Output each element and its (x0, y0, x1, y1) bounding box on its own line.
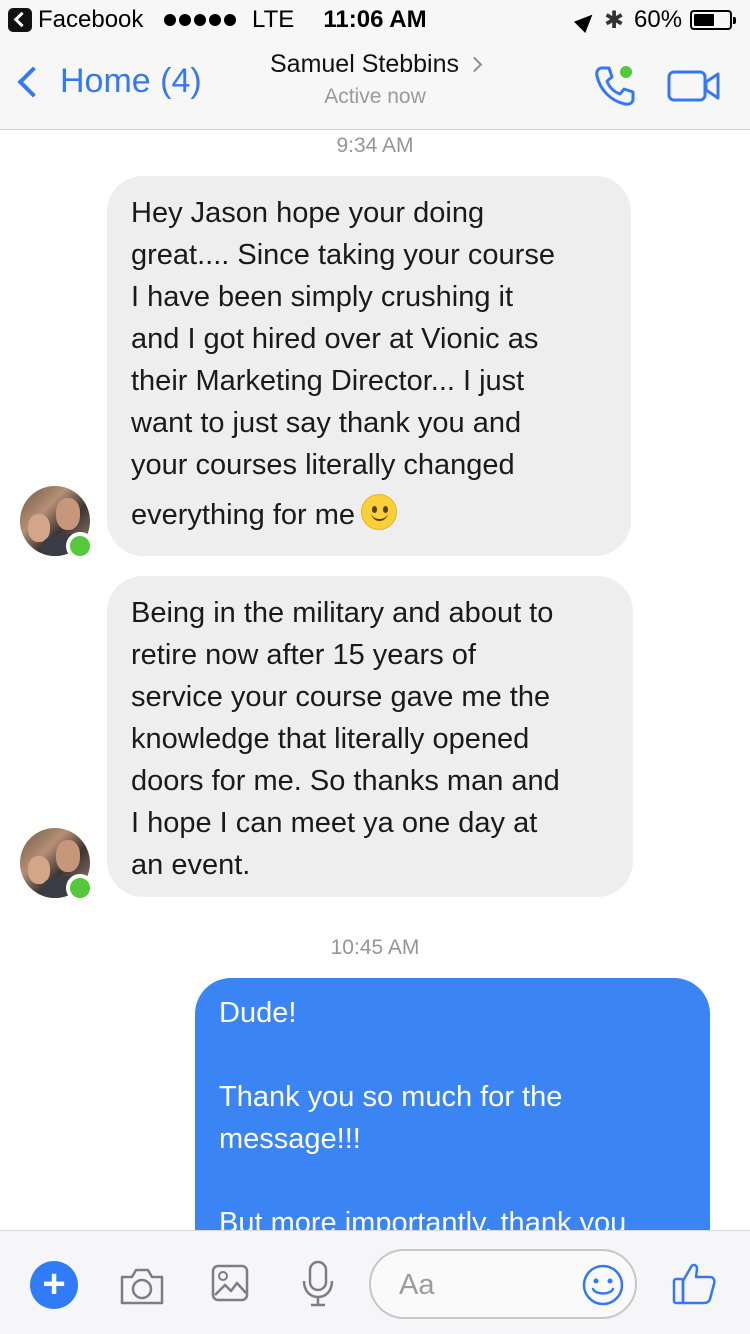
incoming-message[interactable]: Hey Jason hope your doing great.... Sinc… (107, 176, 631, 556)
message-line: Being in the military and about to (131, 597, 554, 629)
message-line: Dude! (219, 997, 297, 1029)
active-status-dot-icon (66, 874, 94, 902)
message-line: retire now after 15 years of (131, 639, 476, 671)
message-line: their Marketing Director... I just (131, 365, 525, 397)
message-line: But more importantly, thank you (219, 1207, 627, 1230)
message-line: knowledge that literally opened (131, 723, 530, 755)
message-line: your courses literally changed (131, 449, 515, 481)
plus-icon[interactable]: + (30, 1261, 78, 1309)
active-status-dot-icon (66, 532, 94, 560)
message-line: Hey Jason hope your doing (131, 197, 485, 229)
microphone-icon[interactable] (300, 1259, 336, 1309)
slightly-smiling-face-emoji-icon (361, 494, 398, 530)
message-input-wrapper[interactable] (369, 1249, 637, 1319)
photo-icon[interactable] (210, 1263, 250, 1303)
incoming-message[interactable]: Being in the military and about to retir… (107, 576, 633, 897)
emoji-icon[interactable] (581, 1263, 625, 1307)
camera-icon[interactable] (118, 1265, 166, 1307)
message-line: doors for me. So thanks man and (131, 765, 560, 797)
status-bar: Facebook LTE 11:06 AM ✱ 60% (0, 0, 750, 40)
conversation-header: Home (4) Samuel Stebbins Active now (0, 40, 750, 130)
battery-icon (690, 10, 736, 30)
message-line: message!!! (219, 1123, 361, 1155)
message-line: service your course gave me the (131, 681, 551, 713)
thumbs-up-icon[interactable] (670, 1259, 718, 1307)
message-line: I have been simply crushing it (131, 281, 514, 313)
outgoing-message[interactable]: Dude! Thank you so much for the message!… (195, 978, 710, 1230)
bluetooth-icon: ✱ (604, 7, 625, 34)
message-line: want to just say thank you and (131, 407, 522, 439)
message-line: great.... Since taking your course (131, 239, 555, 271)
message-line: Thank you so much for the (219, 1081, 563, 1113)
chevron-right-icon (466, 56, 483, 73)
message-line: everything for me (131, 494, 609, 536)
message-line: an event. (131, 849, 251, 881)
battery-percentage: 60% (634, 6, 683, 33)
timestamp: 10:45 AM (330, 936, 420, 959)
message-line: I hope I can meet ya one day at (131, 807, 538, 839)
message-line: and I got hired over at Vionic as (131, 323, 539, 355)
message-input[interactable] (399, 1265, 569, 1305)
timestamp: 9:34 AM (336, 134, 414, 157)
message-composer: + (0, 1230, 750, 1334)
video-camera-icon[interactable] (666, 68, 722, 104)
contact-name: Samuel Stebbins (269, 50, 459, 78)
phone-icon[interactable] (590, 62, 638, 110)
message-text: everything for me (131, 499, 356, 531)
